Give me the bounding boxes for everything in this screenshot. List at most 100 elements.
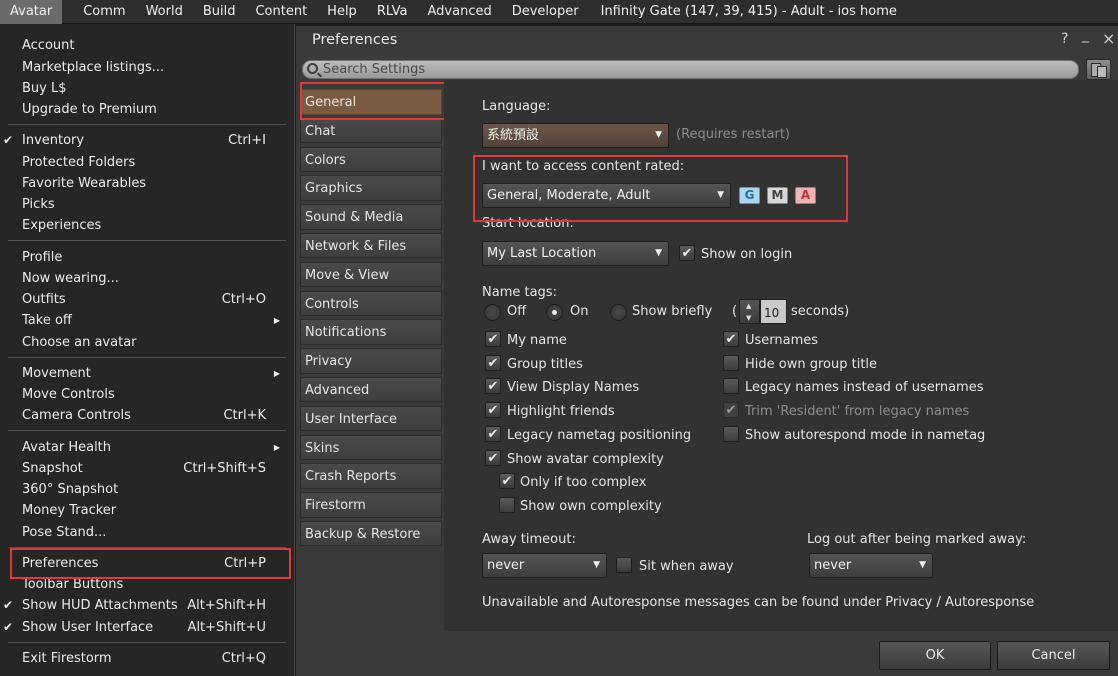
window-title: Infinity Gate (147, 39, 415) - Adult - i… bbox=[600, 3, 897, 19]
too-complex-checkbox[interactable]: ✔ bbox=[499, 473, 515, 489]
minimize-icon[interactable]: _ bbox=[1082, 27, 1089, 43]
seconds-input[interactable]: 10 bbox=[760, 299, 787, 324]
tab-graphics[interactable]: Graphics bbox=[300, 175, 442, 201]
ok-button[interactable]: OK bbox=[879, 641, 991, 670]
menu-item-exit[interactable]: Exit Firestorm Ctrl+Q bbox=[0, 648, 290, 669]
tab-firestorm[interactable]: Firestorm bbox=[300, 492, 442, 518]
tab-sound-media[interactable]: Sound & Media bbox=[300, 204, 442, 230]
avatar-complexity-checkbox[interactable]: ✔ bbox=[485, 450, 501, 466]
highlight-friends-checkbox[interactable]: ✔ bbox=[485, 402, 501, 418]
menu-item-picks[interactable]: Picks bbox=[0, 194, 290, 215]
menu-item-buy-linden[interactable]: Buy L$ bbox=[0, 78, 290, 99]
show-on-login-checkbox[interactable]: ✔ bbox=[679, 245, 695, 261]
cancel-button[interactable]: Cancel bbox=[997, 641, 1110, 670]
seconds-stepper[interactable]: ▲ ▼ bbox=[739, 299, 760, 324]
menu-help[interactable]: Help bbox=[317, 0, 367, 24]
sit-when-away-label: Sit when away bbox=[639, 559, 734, 574]
menu-item-move-controls[interactable]: Move Controls bbox=[0, 384, 290, 405]
legacy-nametag-position-checkbox[interactable]: ✔ bbox=[485, 426, 501, 442]
tab-chat[interactable]: Chat bbox=[300, 117, 442, 144]
legacy-names-checkbox[interactable] bbox=[723, 378, 739, 394]
tab-move-view[interactable]: Move & View bbox=[300, 261, 442, 288]
tab-notifications[interactable]: Notifications bbox=[300, 319, 442, 345]
language-select[interactable]: 系統預設 ▼ bbox=[482, 123, 669, 148]
menu-item-protected-folders[interactable]: Protected Folders bbox=[0, 152, 290, 173]
menu-build[interactable]: Build bbox=[193, 0, 246, 24]
menu-item-now-wearing[interactable]: Now wearing... bbox=[0, 268, 290, 289]
menu-item-shortcut: Alt+Shift+U bbox=[187, 620, 266, 635]
tab-backup-restore[interactable]: Backup & Restore bbox=[300, 520, 442, 547]
tab-privacy[interactable]: Privacy bbox=[300, 348, 442, 374]
tab-controls[interactable]: Controls bbox=[300, 290, 442, 317]
tab-crash-reports[interactable]: Crash Reports bbox=[300, 463, 442, 489]
name-tags-on-radio[interactable] bbox=[546, 304, 563, 321]
menu-rlva[interactable]: RLVa bbox=[367, 0, 418, 24]
sit-when-away-checkbox[interactable] bbox=[616, 557, 632, 573]
too-complex-label: Only if too complex bbox=[520, 475, 647, 490]
menu-item-favorite-wearables[interactable]: Favorite Wearables bbox=[0, 173, 290, 194]
restart-note: (Requires restart) bbox=[676, 127, 790, 142]
menu-item-camera-controls[interactable]: Camera Controls Ctrl+K bbox=[0, 405, 290, 426]
menu-advanced[interactable]: Advanced bbox=[418, 0, 502, 24]
menu-item-show-hud[interactable]: ✔ Show HUD Attachments Alt+Shift+H bbox=[0, 595, 290, 616]
menu-item-movement[interactable]: Movement ▶ bbox=[0, 363, 290, 384]
own-complexity-checkbox[interactable] bbox=[499, 497, 515, 513]
display-names-label: View Display Names bbox=[507, 380, 640, 395]
away-timeout-select[interactable]: never ▼ bbox=[482, 553, 607, 578]
menu-item-label: Camera Controls bbox=[22, 408, 131, 423]
usernames-checkbox[interactable]: ✔ bbox=[723, 331, 739, 347]
my-name-label: My name bbox=[507, 333, 567, 348]
menu-item-inventory[interactable]: ✔ Inventory Ctrl+I bbox=[0, 130, 290, 151]
menu-item-account[interactable]: Account bbox=[0, 35, 290, 56]
highlight-general-tab bbox=[300, 82, 446, 120]
search-input[interactable]: Search Settings bbox=[302, 60, 1079, 79]
menu-item-shortcut: Ctrl+O bbox=[221, 292, 266, 307]
menu-world[interactable]: World bbox=[136, 0, 193, 24]
stepper-up-icon[interactable]: ▲ bbox=[746, 302, 751, 310]
menu-item-choose-avatar[interactable]: Choose an avatar bbox=[0, 332, 290, 353]
usernames-label: Usernames bbox=[745, 333, 819, 348]
name-tags-off-radio[interactable] bbox=[484, 304, 501, 321]
menu-item-money-tracker[interactable]: Money Tracker bbox=[0, 500, 290, 521]
menu-comm[interactable]: Comm bbox=[73, 0, 135, 24]
menu-item-label: Inventory bbox=[22, 133, 85, 148]
hide-group-title-label: Hide own group title bbox=[745, 357, 878, 372]
tab-user-interface[interactable]: User Interface bbox=[300, 405, 442, 432]
logout-away-select[interactable]: never ▼ bbox=[809, 553, 933, 578]
menu-item-profile[interactable]: Profile bbox=[0, 247, 290, 268]
close-icon[interactable]: × bbox=[1102, 29, 1115, 48]
menu-item-take-off[interactable]: Take off ▶ bbox=[0, 310, 290, 331]
my-name-checkbox[interactable]: ✔ bbox=[485, 331, 501, 347]
hide-group-title-checkbox[interactable] bbox=[723, 355, 739, 371]
menu-item-marketplace[interactable]: Marketplace listings... bbox=[0, 57, 290, 78]
tab-advanced[interactable]: Advanced bbox=[300, 376, 442, 403]
name-tags-brief-radio[interactable] bbox=[610, 304, 627, 321]
autorespond-nametag-checkbox[interactable] bbox=[723, 426, 739, 442]
submenu-arrow-icon: ▶ bbox=[273, 316, 280, 325]
preferences-window: Preferences ? _ × Search Settings Genera… bbox=[296, 26, 1118, 676]
menu-item-pose-stand[interactable]: Pose Stand... bbox=[0, 522, 290, 543]
start-location-select[interactable]: My Last Location ▼ bbox=[482, 241, 669, 266]
menu-item-snapshot[interactable]: Snapshot Ctrl+Shift+S bbox=[0, 458, 290, 479]
display-names-checkbox[interactable]: ✔ bbox=[485, 378, 501, 394]
menu-item-360-snapshot[interactable]: 360° Snapshot bbox=[0, 479, 290, 500]
help-icon[interactable]: ? bbox=[1061, 31, 1068, 47]
menu-content[interactable]: Content bbox=[245, 0, 317, 24]
tab-network-files[interactable]: Network & Files bbox=[300, 232, 442, 259]
menu-item-label: Marketplace listings... bbox=[22, 60, 165, 75]
search-options-button[interactable] bbox=[1086, 59, 1111, 80]
group-titles-checkbox[interactable]: ✔ bbox=[485, 355, 501, 371]
menu-avatar[interactable]: Avatar bbox=[0, 0, 63, 24]
menu-item-experiences[interactable]: Experiences bbox=[0, 215, 290, 236]
menu-item-label: Choose an avatar bbox=[22, 335, 137, 350]
menu-item-show-ui[interactable]: ✔ Show User Interface Alt+Shift+U bbox=[0, 617, 290, 638]
tab-skins[interactable]: Skins bbox=[300, 434, 442, 461]
menu-item-label: 360° Snapshot bbox=[22, 482, 119, 497]
menu-item-avatar-health[interactable]: Avatar Health ▶ bbox=[0, 437, 290, 458]
stepper-down-icon[interactable]: ▼ bbox=[746, 314, 751, 322]
menu-item-upgrade[interactable]: Upgrade to Premium bbox=[0, 99, 290, 120]
tab-colors[interactable]: Colors bbox=[300, 146, 442, 173]
window-title: Preferences bbox=[312, 32, 398, 48]
menu-item-outfits[interactable]: Outfits Ctrl+O bbox=[0, 289, 290, 310]
menu-developer[interactable]: Developer bbox=[502, 0, 589, 24]
